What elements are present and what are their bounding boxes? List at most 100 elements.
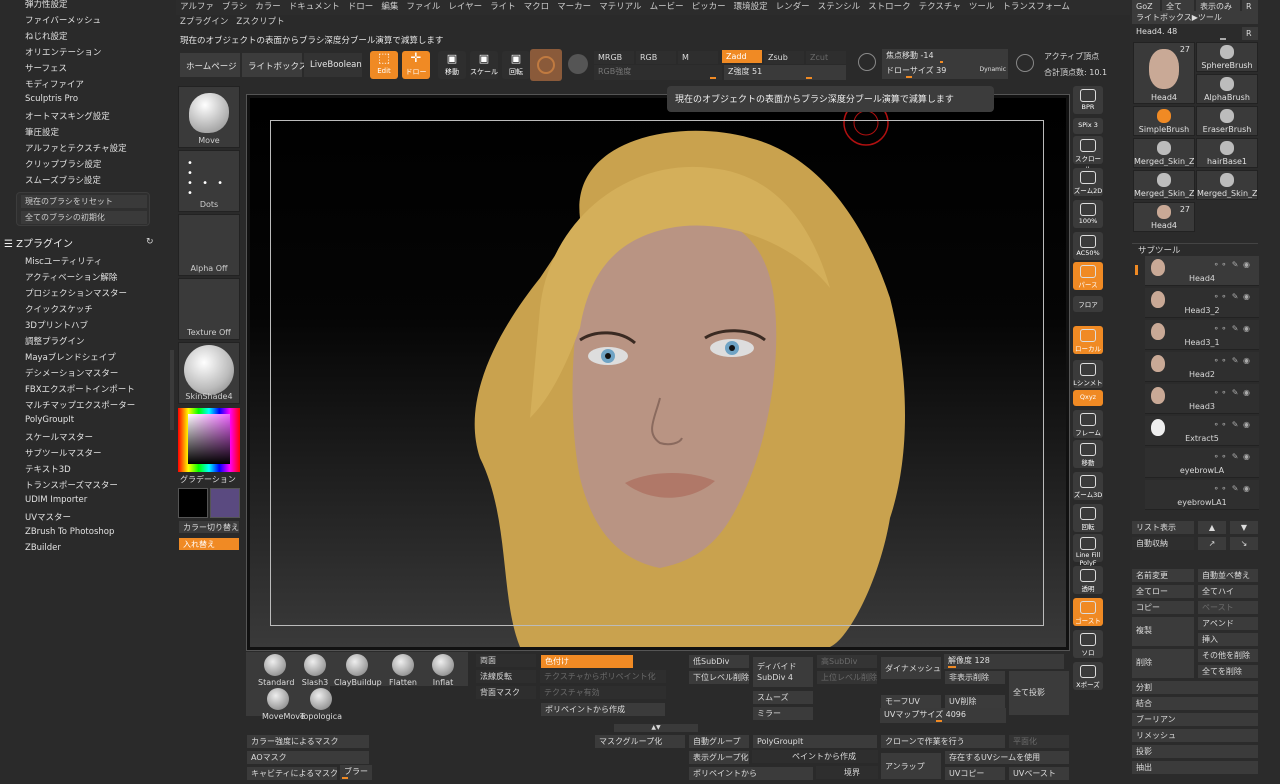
left-menu-item[interactable]: 弾力性設定 bbox=[25, 0, 68, 10]
texture-on-button[interactable]: テクスチャ有効 bbox=[540, 686, 666, 699]
color-square[interactable] bbox=[188, 414, 230, 464]
subtool-item[interactable]: ⚬⚬ ✎ ◉ eyebrowLA bbox=[1145, 448, 1259, 478]
plugin-item[interactable]: ZBuilder bbox=[25, 543, 61, 553]
unwrap-button[interactable]: アンラップ bbox=[880, 752, 942, 780]
rotate-mode-button[interactable]: ▣ 回転 bbox=[502, 51, 530, 79]
subtool-visibility-icon[interactable]: ⚬⚬ ✎ ◉ bbox=[1213, 292, 1251, 301]
subtool-item[interactable]: ⚬⚬ ✎ ◉ Head2 bbox=[1145, 352, 1259, 382]
uv-delete-button[interactable]: UV削除 bbox=[944, 694, 1006, 709]
insert-button[interactable]: 挿入 bbox=[1198, 633, 1258, 646]
plugin-item[interactable]: デシメーションマスター bbox=[25, 367, 118, 379]
subtool-visibility-icon[interactable]: ⚬⚬ ✎ ◉ bbox=[1213, 484, 1251, 493]
menu-item[interactable]: ドロー bbox=[344, 0, 378, 15]
m-button[interactable]: M bbox=[678, 51, 718, 64]
subtool-visibility-icon[interactable]: ⚬⚬ ✎ ◉ bbox=[1213, 356, 1251, 365]
back-mask-button[interactable]: 背面マスク bbox=[476, 686, 536, 699]
flip-button[interactable]: 法線反転 bbox=[476, 670, 536, 683]
rename-button[interactable]: 名前変更 bbox=[1132, 569, 1194, 582]
tool-thumbnail[interactable]: hairBase1 bbox=[1196, 138, 1258, 168]
plugin-item[interactable]: 調整プラグイン bbox=[25, 335, 85, 347]
rgb-button[interactable]: RGB bbox=[636, 51, 676, 64]
extract-menu[interactable]: 抽出 bbox=[1132, 761, 1258, 774]
all-high-button[interactable]: 全てハイ bbox=[1198, 585, 1258, 598]
view-tool-button[interactable]: AC50% bbox=[1073, 232, 1103, 260]
mirror-button[interactable]: ミラー bbox=[752, 706, 814, 721]
edit-button[interactable]: ⬚ Edit bbox=[370, 51, 398, 79]
view-tool-button[interactable]: Lシンメトリ bbox=[1073, 360, 1103, 397]
from-polypaint2-button[interactable]: ポリペイントから bbox=[688, 766, 814, 781]
delete-higher-button[interactable]: 上位レベル削除 bbox=[816, 670, 878, 685]
tool-thumbnail[interactable]: Merged_Skin_ZS bbox=[1133, 170, 1195, 200]
left-menu-item[interactable]: Sculptris Pro bbox=[25, 94, 78, 104]
dynamic-icon[interactable] bbox=[1016, 54, 1034, 72]
auto-group-button[interactable]: 自動グループ bbox=[688, 734, 750, 749]
menu-item[interactable]: レイヤー bbox=[444, 0, 486, 15]
menu-item[interactable]: ステンシル bbox=[814, 0, 865, 15]
uv-map-size-slider[interactable]: UVマップサイズ 4096 bbox=[880, 708, 1006, 723]
lightbox-button[interactable]: ライトボックス bbox=[242, 53, 307, 77]
plugin-item[interactable]: Miscユーティリティ bbox=[25, 255, 102, 267]
subtool-item[interactable]: ⚬⚬ ✎ ◉ Head4 bbox=[1145, 256, 1259, 286]
delete-button[interactable]: 削除 bbox=[1132, 649, 1194, 678]
plugin-item[interactable]: 3Dプリントハブ bbox=[25, 319, 88, 331]
subtool-visibility-icon[interactable]: ⚬⚬ ✎ ◉ bbox=[1213, 260, 1251, 269]
polygroupit-button[interactable]: PolyGroupIt bbox=[752, 734, 878, 749]
menu-item[interactable]: ブラシ bbox=[218, 0, 251, 15]
duplicate-button[interactable]: 複製 bbox=[1132, 617, 1194, 646]
stroke-tile[interactable]: • • • • • • Dots bbox=[178, 150, 240, 212]
menu-item[interactable]: ムービー bbox=[646, 0, 688, 15]
dynamesh-button[interactable]: ダイナメッシュ bbox=[880, 656, 942, 680]
left-menu-item[interactable]: ねじれ設定 bbox=[25, 30, 68, 42]
higher-subdiv-button[interactable]: 高SubDiv bbox=[816, 654, 878, 669]
movemove-brush[interactable]: MoveMove bbox=[262, 688, 305, 721]
alpha-tile[interactable]: Alpha Off bbox=[178, 214, 240, 276]
plugin-item[interactable]: FBXエクスポートインポート bbox=[25, 383, 135, 395]
menu-item[interactable]: Zプラグイン bbox=[176, 15, 232, 30]
secondary-color-swatch[interactable] bbox=[210, 488, 240, 518]
texture-to-polypaint-button[interactable]: テクスチャからポリペイント化 bbox=[540, 670, 666, 683]
left-menu-item[interactable]: オートマスキング設定 bbox=[25, 110, 110, 122]
menu-item[interactable]: 編集 bbox=[377, 0, 402, 15]
blur-slider[interactable]: ブラー bbox=[340, 765, 372, 780]
menu-item[interactable]: トランスフォーム bbox=[998, 0, 1074, 15]
material-swatch[interactable] bbox=[530, 49, 562, 81]
view-tool-button[interactable]: 移動 bbox=[1073, 440, 1103, 468]
z-intensity-slider[interactable]: Z強度 51 bbox=[724, 65, 846, 80]
menu-item[interactable]: ファイル bbox=[402, 0, 444, 15]
menu-item[interactable]: ライト bbox=[486, 0, 520, 15]
left-menu-item[interactable]: アルファとテクスチャ設定 bbox=[25, 142, 127, 154]
left-menu-item[interactable]: クリップブラシ設定 bbox=[25, 158, 101, 170]
subtool-item[interactable]: ⚬⚬ ✎ ◉ Head3_2 bbox=[1145, 288, 1259, 318]
view-tool-button[interactable]: Xポーズ bbox=[1073, 662, 1103, 690]
brush-slot[interactable]: Slash3 bbox=[298, 654, 332, 687]
left-menu-item[interactable]: オリエンテーション bbox=[25, 46, 101, 58]
liveboolean-button[interactable]: LiveBoolean bbox=[304, 53, 362, 77]
ao-mask-button[interactable]: AOマスク bbox=[246, 750, 370, 765]
remesh-menu[interactable]: リメッシュ bbox=[1132, 729, 1258, 742]
menu-item[interactable]: レンダー bbox=[772, 0, 814, 15]
color-picker[interactable] bbox=[178, 408, 240, 472]
menu-item[interactable]: ドキュメント bbox=[285, 0, 344, 15]
project-all-button[interactable]: 全て投影 bbox=[1008, 670, 1070, 716]
brush-slot[interactable]: ClayBuildup bbox=[334, 654, 382, 687]
plugin-item[interactable]: スケールマスター bbox=[25, 431, 93, 443]
double-button[interactable]: 両面 bbox=[476, 654, 536, 667]
view-tool-button[interactable]: パース bbox=[1073, 262, 1103, 290]
subtool-visibility-icon[interactable]: ⚬⚬ ✎ ◉ bbox=[1213, 324, 1251, 333]
left-menu-item[interactable]: モディファイア bbox=[25, 78, 84, 90]
view-tool-button[interactable]: ゴースト bbox=[1073, 598, 1103, 626]
subtool-visibility-icon[interactable]: ⚬⚬ ✎ ◉ bbox=[1213, 420, 1251, 429]
expand-handle[interactable]: ▲▼ bbox=[614, 724, 698, 732]
clone-work-button[interactable]: クローンで作業を行う bbox=[880, 734, 1006, 749]
lower-subdiv-button[interactable]: 低SubDiv bbox=[688, 654, 750, 669]
tool-thumbnail[interactable]: Merged_Skin_ZS bbox=[1196, 170, 1258, 200]
resolution-slider[interactable]: 解像度 128 bbox=[944, 654, 1064, 669]
subtool-item[interactable]: ⚬⚬ ✎ ◉ Head3 bbox=[1145, 384, 1259, 414]
view-tool-button[interactable]: 100% bbox=[1073, 200, 1103, 228]
home-page-button[interactable]: ホームページ bbox=[180, 53, 240, 77]
r2-button[interactable]: R bbox=[1242, 27, 1258, 40]
subtool-item[interactable]: ⚬⚬ ✎ ◉ Extract5 bbox=[1145, 416, 1259, 446]
reset-current-brush-button[interactable]: 現在のブラシをリセット bbox=[21, 195, 147, 208]
brush-slot[interactable]: Flatten bbox=[386, 654, 420, 687]
lightbox-tool-button[interactable]: ライトボックス▶ツール bbox=[1132, 11, 1258, 24]
